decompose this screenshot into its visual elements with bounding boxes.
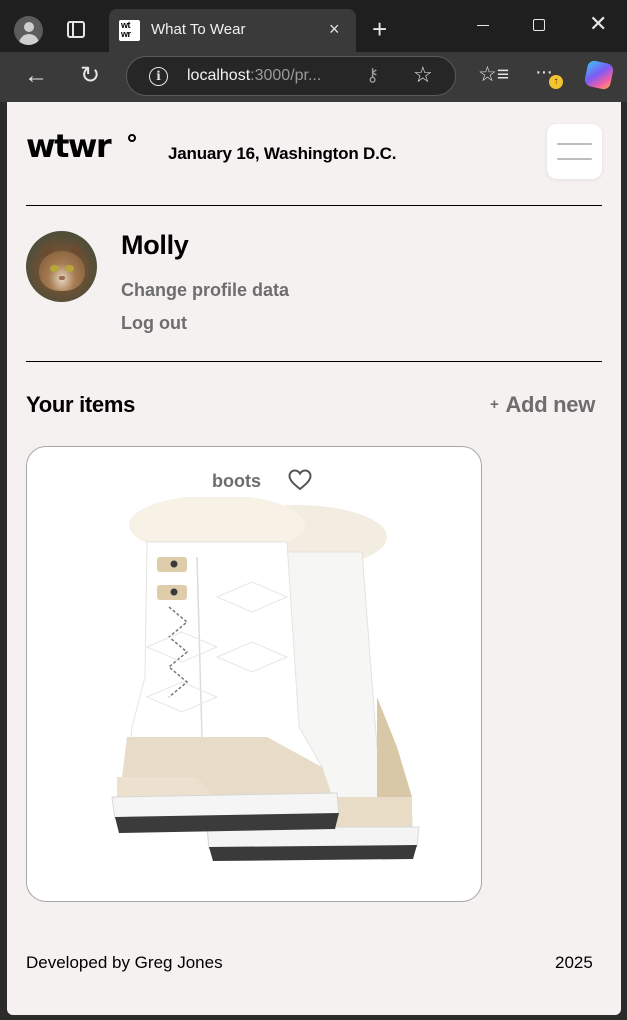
new-tab-icon[interactable]: +: [372, 14, 387, 45]
footer-developer: Developed by Greg Jones: [26, 953, 223, 972]
profile-icon-body: [19, 34, 39, 45]
cat-face: [39, 251, 85, 291]
window-close-icon[interactable]: ✕: [589, 11, 607, 37]
tab-actions-icon[interactable]: [67, 21, 85, 38]
url-path: :3000/pr...: [250, 67, 322, 84]
browser-titlebar: wt wr What To Wear × + ✕: [0, 0, 627, 52]
favorites-icon[interactable]: ☆≡: [478, 62, 509, 87]
copilot-icon[interactable]: [583, 59, 615, 91]
key-icon[interactable]: ⚷: [366, 65, 379, 86]
site-header: wtwr January 16, Washington D.C.: [26, 124, 602, 182]
add-new-button[interactable]: + Add new: [490, 392, 595, 418]
tab-title: What To Wear: [151, 21, 246, 38]
item-card[interactable]: boots: [26, 446, 482, 902]
logout-button[interactable]: Log out: [121, 313, 187, 334]
site-favicon: wt wr: [119, 20, 140, 41]
url-text[interactable]: localhost:3000/pr...: [187, 67, 321, 85]
item-name: boots: [212, 471, 261, 491]
close-tab-icon[interactable]: ×: [329, 19, 340, 40]
browser-tab[interactable]: wt wr What To Wear ×: [109, 9, 356, 52]
profile-icon-head: [24, 22, 34, 32]
site-info-icon[interactable]: i: [149, 67, 168, 86]
item-image: [111, 497, 420, 861]
divider: [26, 205, 602, 206]
profile-icon[interactable]: [14, 16, 43, 45]
add-new-label: Add new: [505, 392, 596, 417]
hamburger-icon: [557, 158, 592, 160]
favorite-star-icon[interactable]: ☆: [413, 62, 433, 88]
plus-icon: +: [490, 396, 499, 413]
cat-eye: [65, 265, 74, 272]
update-badge: ↑: [549, 75, 563, 89]
divider: [26, 361, 602, 362]
date-location: January 16, Washington D.C.: [168, 144, 397, 163]
back-icon[interactable]: ←: [24, 62, 48, 90]
avatar: [26, 231, 97, 302]
address-bar[interactable]: i localhost:3000/pr... ⚷ ☆: [126, 56, 456, 96]
profile-name: Molly: [121, 230, 189, 260]
heart-icon[interactable]: [288, 469, 312, 491]
cat-eye: [50, 265, 59, 272]
cat-nose: [59, 276, 65, 280]
logo-degree-mark: [128, 134, 136, 142]
footer-year: 2025: [555, 953, 593, 972]
reload-icon[interactable]: ↻: [80, 61, 100, 90]
hamburger-icon: [557, 143, 592, 145]
items-title: Your items: [26, 392, 136, 417]
page-content: wtwr January 16, Washington D.C. Molly C…: [7, 102, 621, 1015]
browser-toolbar: ← ↻ i localhost:3000/pr... ⚷ ☆ ☆≡ ··· ↑: [0, 52, 627, 102]
minimize-icon[interactable]: [477, 25, 489, 26]
url-host: localhost: [187, 67, 251, 84]
change-profile-button[interactable]: Change profile data: [121, 280, 289, 301]
maximize-icon[interactable]: [533, 19, 545, 31]
site-logo[interactable]: wtwr: [26, 130, 112, 162]
menu-button[interactable]: [547, 124, 602, 179]
